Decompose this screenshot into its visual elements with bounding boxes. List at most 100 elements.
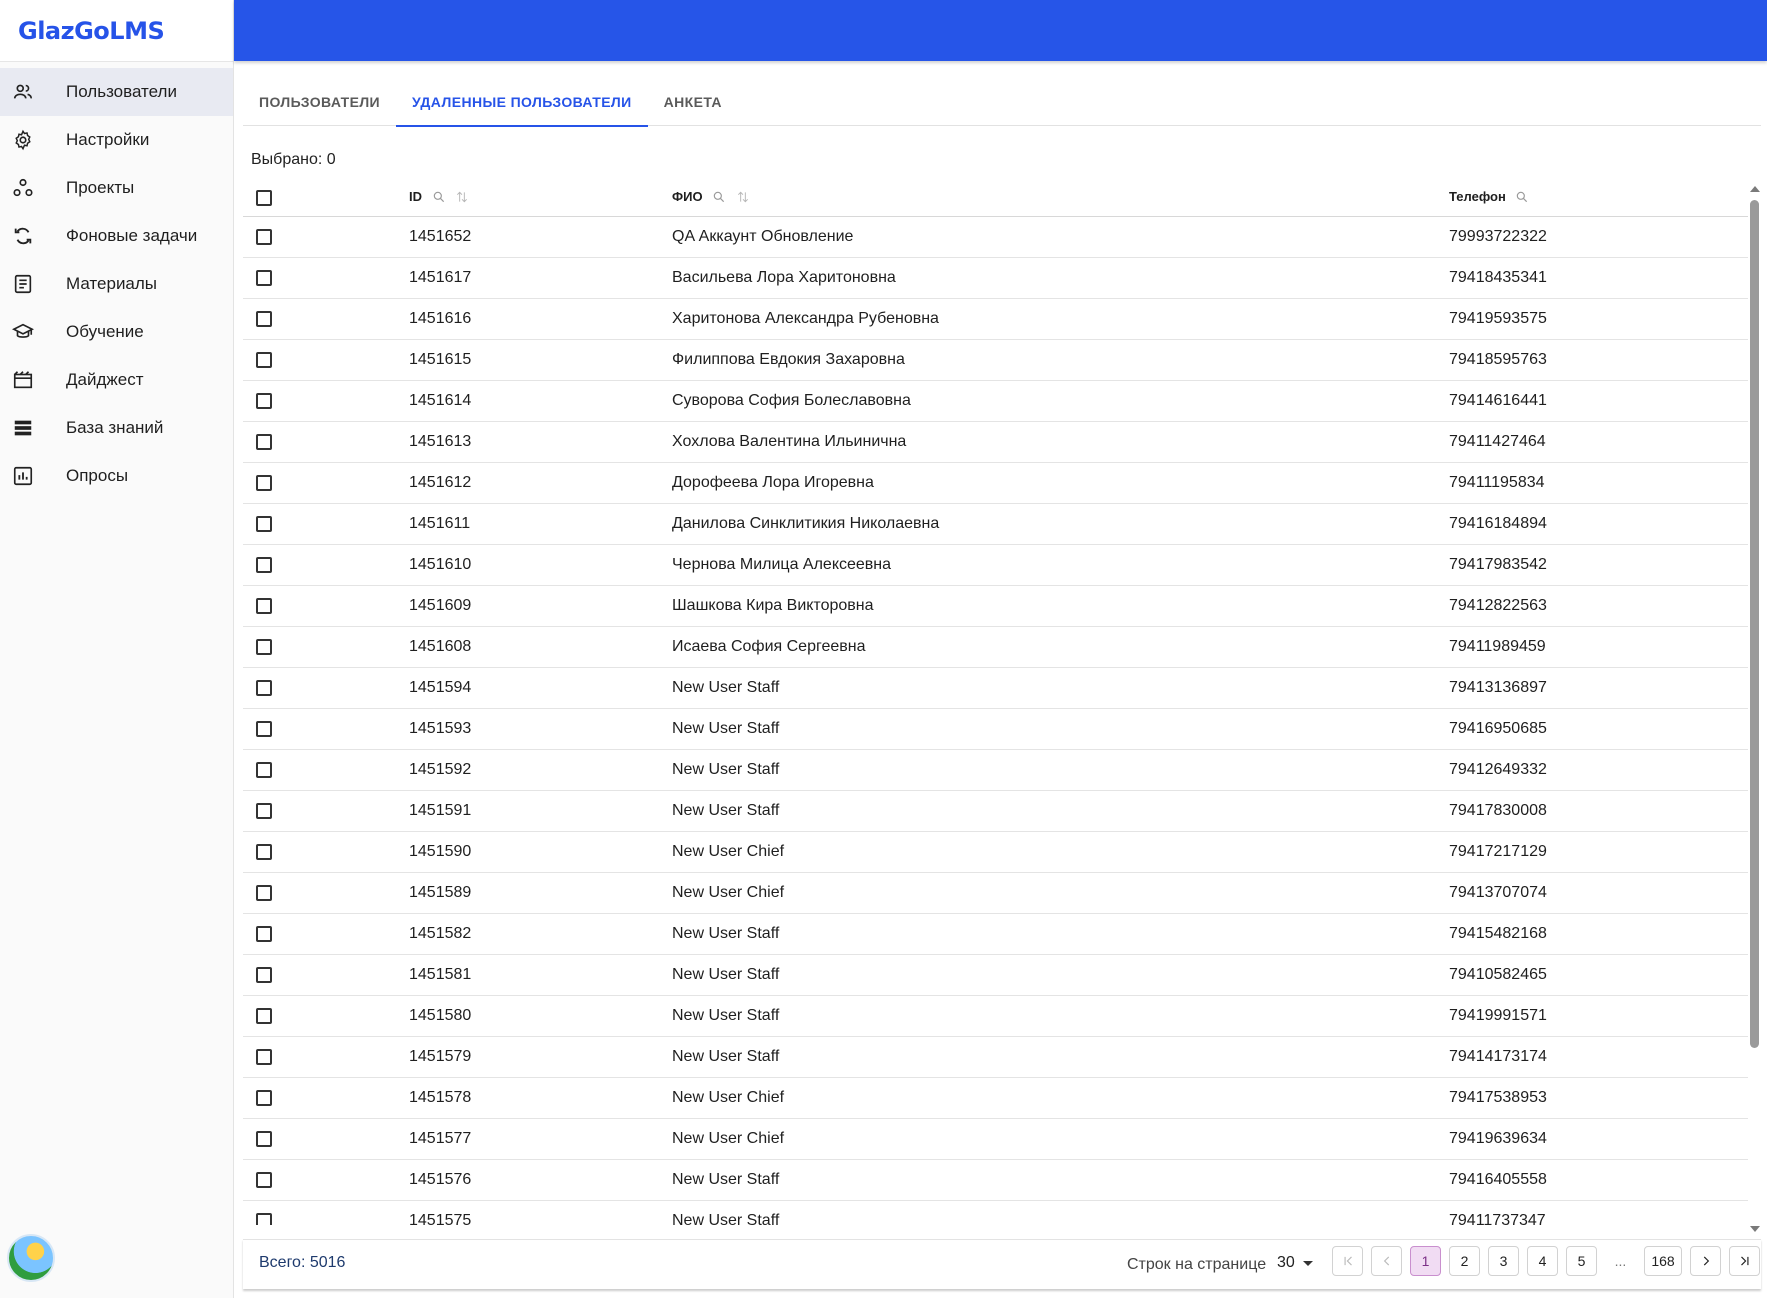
page-button-1[interactable]: 1 xyxy=(1410,1246,1441,1276)
table-row[interactable]: 1451611 Данилова Синклитикия Николаевна 79… xyxy=(243,504,1748,545)
table-row[interactable]: 1451609 Шашкова Кира Викторовна 7941282256… xyxy=(243,586,1748,627)
row-checkbox[interactable] xyxy=(256,885,272,901)
scroll-up-arrow-icon[interactable] xyxy=(1750,186,1760,192)
sidebar-item-7[interactable]: База знаний xyxy=(0,404,233,452)
cell-phone: 79418595763 xyxy=(1449,351,1547,368)
last-page-number-button[interactable]: 168 xyxy=(1644,1246,1682,1276)
table-row[interactable]: 1451579 New User Staff 79414173174 xyxy=(243,1037,1748,1078)
row-checkbox[interactable] xyxy=(256,516,272,532)
row-checkbox[interactable] xyxy=(256,1131,272,1147)
sidebar-item-6[interactable]: Дайджест xyxy=(0,356,233,404)
table-row[interactable]: 1451591 New User Staff 79417830008 xyxy=(243,791,1748,832)
sidebar-item-5[interactable]: Обучение xyxy=(0,308,233,356)
table-row[interactable]: 1451594 New User Staff 79413136897 xyxy=(243,668,1748,709)
page-button-4[interactable]: 4 xyxy=(1527,1246,1558,1276)
row-checkbox[interactable] xyxy=(256,352,272,368)
search-icon[interactable] xyxy=(1515,190,1529,207)
sidebar-item-4[interactable]: Материалы xyxy=(0,260,233,308)
row-checkbox[interactable] xyxy=(256,1049,272,1065)
table-row[interactable]: 1451613 Хохлова Валентина Ильинична 794114… xyxy=(243,422,1748,463)
sidebar-item-label: Проекты xyxy=(66,178,135,197)
row-checkbox[interactable] xyxy=(256,639,272,655)
projects-icon xyxy=(12,177,34,199)
next-page-button[interactable] xyxy=(1690,1246,1721,1276)
table-row[interactable]: 1451593 New User Staff 79416950685 xyxy=(243,709,1748,750)
row-checkbox[interactable] xyxy=(256,1213,272,1225)
scroll-thumb[interactable] xyxy=(1750,200,1759,1048)
table-row[interactable]: 1451652 QA Аккаунт Обновление 79993722322 xyxy=(243,217,1748,258)
scroll-down-arrow-icon[interactable] xyxy=(1750,1226,1760,1232)
search-icon[interactable] xyxy=(712,190,726,207)
page-button-5[interactable]: 5 xyxy=(1566,1246,1597,1276)
document-icon xyxy=(12,273,34,295)
table-row[interactable]: 1451608 Исаева София Сергеевна 79411989459 xyxy=(243,627,1748,668)
row-checkbox[interactable] xyxy=(256,1172,272,1188)
prev-page-button[interactable] xyxy=(1371,1246,1402,1276)
page-button-2[interactable]: 2 xyxy=(1449,1246,1480,1276)
avatar[interactable] xyxy=(7,1234,55,1282)
table-row[interactable]: 1451592 New User Staff 79412649332 xyxy=(243,750,1748,791)
select-all-checkbox[interactable] xyxy=(256,190,272,206)
sidebar-item-label: База знаний xyxy=(66,418,164,437)
table-row[interactable]: 1451589 New User Chief 79413707074 xyxy=(243,873,1748,914)
cell-name: New User Staff xyxy=(672,1171,780,1188)
tab-2[interactable]: АНКЕТА xyxy=(648,78,738,126)
sidebar-item-0[interactable]: Пользователи xyxy=(0,68,233,116)
row-checkbox[interactable] xyxy=(256,1090,272,1106)
sidebar-item-8[interactable]: Опросы xyxy=(0,452,233,500)
app-logo[interactable]: GlazGoLMS xyxy=(0,0,233,62)
row-checkbox[interactable] xyxy=(256,475,272,491)
row-checkbox[interactable] xyxy=(256,393,272,409)
sort-icon[interactable] xyxy=(736,190,750,207)
cell-name: New User Staff xyxy=(672,1212,780,1225)
table-row[interactable]: 1451578 New User Chief 79417538953 xyxy=(243,1078,1748,1119)
last-page-button[interactable] xyxy=(1729,1246,1760,1276)
row-checkbox[interactable] xyxy=(256,434,272,450)
row-checkbox[interactable] xyxy=(256,844,272,860)
table-row[interactable]: 1451612 Дорофеева Лора Игоревна 7941119583… xyxy=(243,463,1748,504)
table-row[interactable]: 1451614 Суворова София Болеславовна 794146… xyxy=(243,381,1748,422)
search-icon[interactable] xyxy=(432,190,446,207)
table-row[interactable]: 1451575 New User Staff 79411737347 xyxy=(243,1201,1748,1225)
table-scrollbar[interactable] xyxy=(1748,182,1762,1232)
row-checkbox[interactable] xyxy=(256,803,272,819)
row-checkbox[interactable] xyxy=(256,762,272,778)
column-header-phone[interactable]: Телефон xyxy=(1449,189,1529,206)
table-row[interactable]: 1451617 Васильева Лора Харитоновна 7941843… xyxy=(243,258,1748,299)
table-row[interactable]: 1451615 Филиппова Евдокия Захаровна 794185… xyxy=(243,340,1748,381)
table-row[interactable]: 1451577 New User Chief 79419639634 xyxy=(243,1119,1748,1160)
table-row[interactable]: 1451580 New User Staff 79419991571 xyxy=(243,996,1748,1037)
table-row[interactable]: 1451581 New User Staff 79410582465 xyxy=(243,955,1748,996)
row-checkbox[interactable] xyxy=(256,721,272,737)
rows-per-page-select[interactable]: 30 xyxy=(1277,1254,1313,1272)
sidebar-item-3[interactable]: Фоновые задачи xyxy=(0,212,233,260)
cell-name: New User Chief xyxy=(672,884,785,901)
tab-1[interactable]: УДАЛЕННЫЕ ПОЛЬЗОВАТЕЛИ xyxy=(396,78,648,127)
cell-name: New User Staff xyxy=(672,966,780,983)
row-checkbox[interactable] xyxy=(256,680,272,696)
cell-phone: 79411989459 xyxy=(1449,638,1546,655)
cell-phone: 79414616441 xyxy=(1449,392,1547,409)
page-button-3[interactable]: 3 xyxy=(1488,1246,1519,1276)
row-checkbox[interactable] xyxy=(256,967,272,983)
table-row[interactable]: 1451576 New User Staff 79416405558 xyxy=(243,1160,1748,1201)
table-row[interactable]: 1451590 New User Chief 79417217129 xyxy=(243,832,1748,873)
sidebar-item-2[interactable]: Проекты xyxy=(0,164,233,212)
row-checkbox[interactable] xyxy=(256,270,272,286)
column-header-name[interactable]: ФИО xyxy=(672,189,750,206)
row-checkbox[interactable] xyxy=(256,557,272,573)
table-row[interactable]: 1451616 Харитонова Александра Рубеновна 79… xyxy=(243,299,1748,340)
row-checkbox[interactable] xyxy=(256,1008,272,1024)
row-checkbox[interactable] xyxy=(256,311,272,327)
row-checkbox[interactable] xyxy=(256,229,272,245)
sidebar-item-1[interactable]: Настройки xyxy=(0,116,233,164)
row-checkbox[interactable] xyxy=(256,598,272,614)
first-page-button[interactable] xyxy=(1332,1246,1363,1276)
table-row[interactable]: 1451582 New User Staff 79415482168 xyxy=(243,914,1748,955)
tab-0[interactable]: ПОЛЬЗОВАТЕЛИ xyxy=(243,78,396,126)
gear-icon xyxy=(12,129,34,151)
sort-icon[interactable] xyxy=(455,190,469,207)
column-header-id[interactable]: ID xyxy=(409,189,469,206)
row-checkbox[interactable] xyxy=(256,926,272,942)
table-row[interactable]: 1451610 Чернова Милица Алексеевна 79417983… xyxy=(243,545,1748,586)
